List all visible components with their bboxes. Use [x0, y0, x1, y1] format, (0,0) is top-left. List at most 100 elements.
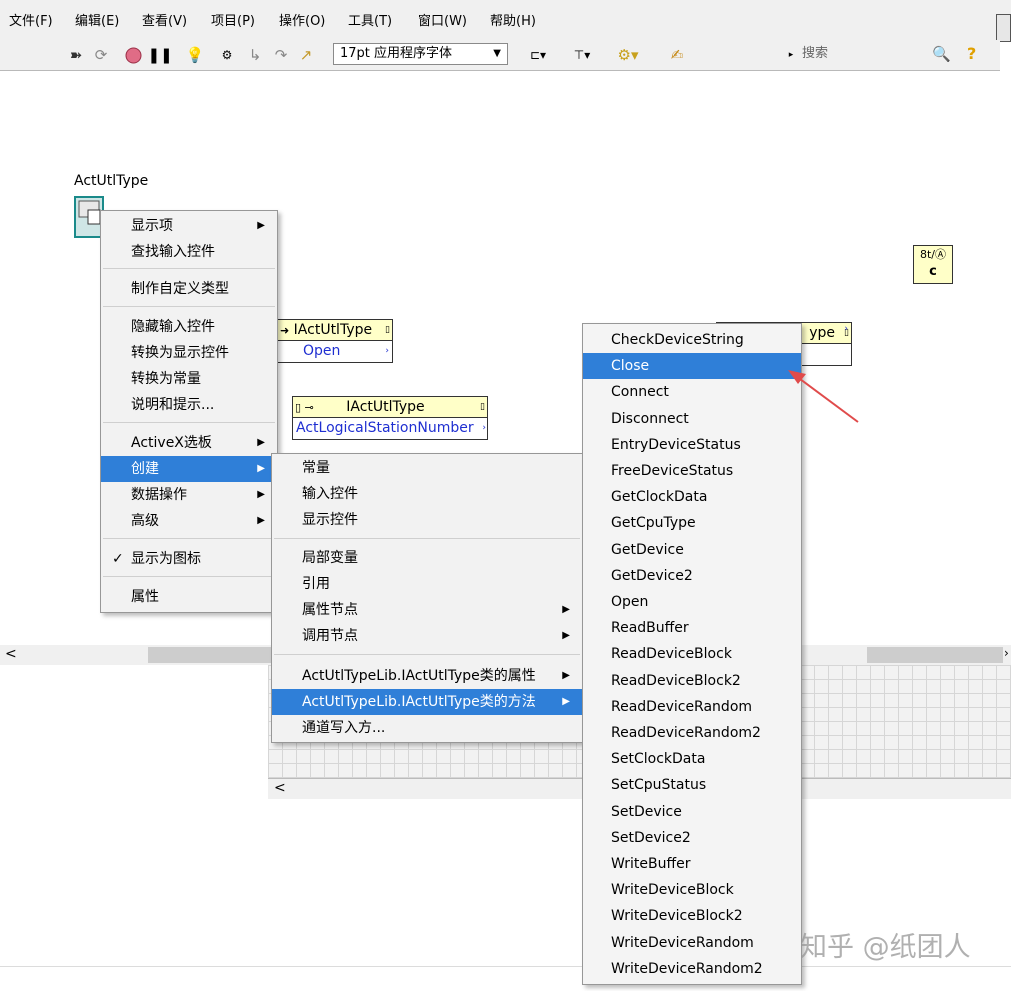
context-menu-item-properties[interactable]: 属性	[101, 584, 277, 610]
method-item-label: SetCpuStatus	[611, 777, 707, 794]
step-out-icon[interactable]: ↗	[297, 46, 315, 64]
method-item-readbuffer[interactable]: ReadBuffer	[583, 615, 801, 641]
method-item-writedevicerandom[interactable]: WriteDeviceRandom	[583, 930, 801, 956]
clean-up-diagram-icon[interactable]: ✍	[666, 46, 688, 64]
method-name: Open	[303, 343, 341, 359]
method-item-label: Connect	[611, 384, 669, 401]
method-item-freedevicestatus[interactable]: FreeDeviceStatus	[583, 458, 801, 484]
create-item-reference[interactable]: 引用	[272, 571, 582, 597]
create-item-channel-writer[interactable]: 通道写入方...	[272, 715, 582, 741]
method-item-getdevice[interactable]: GetDevice	[583, 537, 801, 563]
toolbar: ➽ ⟳ ❚❚ 💡 ⚙ ↳ ↷ ↗ 17pt 应用程序字体 ▼ ⊏▾ ⊤▾ ⚙▾ …	[0, 40, 1000, 71]
method-item-writedeviceblock[interactable]: WriteDeviceBlock	[583, 877, 801, 903]
font-select[interactable]: 17pt 应用程序字体 ▼	[333, 43, 508, 65]
menu-edit[interactable]: 编辑(E)	[75, 10, 119, 29]
panel-icon[interactable]	[996, 14, 1011, 42]
help-icon[interactable]: ?	[967, 43, 976, 65]
method-item-entrydevicestatus[interactable]: EntryDeviceStatus	[583, 432, 801, 458]
method-item-writebuffer[interactable]: WriteBuffer	[583, 851, 801, 877]
method-item-readdeviceblock2[interactable]: ReadDeviceBlock2	[583, 668, 801, 694]
run-continuously-icon[interactable]: ⟳	[92, 46, 110, 64]
method-item-readdevicerandom[interactable]: ReadDeviceRandom	[583, 694, 801, 720]
menu-operate[interactable]: 操作(O)	[279, 10, 325, 29]
submenu-arrow-icon: ▶	[562, 604, 570, 615]
menu-tools[interactable]: 工具(T)	[348, 10, 392, 29]
submenu-arrow-icon: ▶	[257, 437, 265, 448]
scroll-right-icon[interactable]: ›	[1004, 646, 1009, 660]
method-item-disconnect[interactable]: Disconnect	[583, 406, 801, 432]
property-node-logical-station[interactable]: ▯ ⊸ IActUtlType ▯ ActLogicalStationNumbe…	[292, 396, 488, 440]
create-item-indicator[interactable]: 显示控件	[272, 507, 582, 533]
control-label: ActUtlType	[74, 173, 149, 189]
context-menu-item-change-to-indicator[interactable]: 转换为显示控件	[101, 340, 277, 366]
step-over-icon[interactable]: ↷	[272, 46, 290, 64]
context-menu-item-view-as-icon[interactable]: ✓ 显示为图标	[101, 546, 277, 572]
method-item-label: WriteBuffer	[611, 856, 691, 872]
menu-file[interactable]: 文件(F)	[9, 10, 53, 29]
method-item-setclockdata[interactable]: SetClockData	[583, 746, 801, 772]
create-item-constant[interactable]: 常量	[272, 455, 582, 481]
method-item-close[interactable]: Close	[583, 353, 801, 380]
scroll-thumb[interactable]	[148, 647, 278, 663]
methods-submenu: CheckDeviceString Close Connect Disconnect E…	[582, 323, 802, 985]
search-icon[interactable]: 🔍	[932, 43, 951, 65]
scroll-thumb-right[interactable]	[867, 647, 1003, 663]
align-objects-icon[interactable]: ⊏▾	[522, 46, 554, 64]
create-item-class-methods[interactable]: ActUtlTypeLib.IActUtlType类的方法 ▶	[272, 689, 582, 715]
method-item-label: GetDevice	[611, 541, 684, 558]
method-item-readdeviceblock[interactable]: ReadDeviceBlock	[583, 641, 801, 667]
menu-view[interactable]: 查看(V)	[142, 10, 187, 29]
context-menu-item-data-operations[interactable]: 数据操作 ▶	[101, 482, 277, 508]
context-menu-item-change-to-constant[interactable]: 转换为常量	[101, 366, 277, 392]
menu-help[interactable]: 帮助(H)	[490, 10, 536, 29]
context-menu-item-hide-control[interactable]: 隐藏输入控件	[101, 314, 277, 340]
tile-bottom: c	[929, 264, 937, 279]
search-input[interactable]: 搜索 🔍 ?	[795, 43, 983, 65]
method-item-writedeviceblock2[interactable]: WriteDeviceBlock2	[583, 903, 801, 929]
method-item-setdevice[interactable]: SetDevice	[583, 799, 801, 825]
retain-wire-values-icon[interactable]: ⚙	[218, 46, 236, 64]
context-menu-item-activex-palette[interactable]: ActiveX选板 ▶	[101, 430, 277, 456]
context-menu: 显示项 ▶ 查找输入控件 制作自定义类型 隐藏输入控件 转换为显示控件 转换为常量…	[100, 210, 278, 613]
property-name: ActLogicalStationNumber	[296, 420, 474, 436]
pause-icon[interactable]: ❚❚	[147, 46, 172, 64]
context-menu-item-advanced[interactable]: 高级 ▶	[101, 508, 277, 534]
create-item-local-variable[interactable]: 局部变量	[272, 545, 582, 571]
menu-separator	[103, 422, 275, 423]
scroll-left-icon[interactable]: <	[274, 780, 286, 796]
create-item-property-node[interactable]: 属性节点 ▶	[272, 597, 582, 623]
context-menu-item-description-tip[interactable]: 说明和提示...	[101, 392, 277, 418]
highlight-icon[interactable]: 💡	[186, 46, 205, 64]
method-item-setdevice2[interactable]: SetDevice2	[583, 825, 801, 851]
method-item-writedevicerandom2[interactable]: WriteDeviceRandom2	[583, 956, 801, 982]
error-constant-tile[interactable]: 8t/Ⓐ c	[913, 245, 953, 284]
run-icon[interactable]: ➽	[67, 46, 85, 64]
menu-window[interactable]: 窗口(W)	[418, 10, 467, 29]
method-item-getcputype[interactable]: GetCpuType	[583, 510, 801, 536]
submenu-arrow-icon: ▶	[257, 463, 265, 474]
invoke-node-open[interactable]: ➜ IActUtlType ▯ Open ›	[277, 319, 393, 363]
method-item-getdevice2[interactable]: GetDevice2	[583, 563, 801, 589]
context-menu-item-find-control[interactable]: 查找输入控件	[101, 239, 277, 265]
method-item-open[interactable]: Open	[583, 589, 801, 615]
method-item-getclockdata[interactable]: GetClockData	[583, 484, 801, 510]
context-menu-item-make-typedef[interactable]: 制作自定义类型	[101, 276, 277, 302]
scroll-left-icon[interactable]: <	[5, 646, 17, 662]
method-item-setcpustatus[interactable]: SetCpuStatus	[583, 772, 801, 798]
create-item-control[interactable]: 输入控件	[272, 481, 582, 507]
menu-project[interactable]: 项目(P)	[211, 10, 255, 29]
method-item-readdevicerandom2[interactable]: ReadDeviceRandom2	[583, 720, 801, 746]
reorder-icon[interactable]: ⚙▾	[612, 46, 644, 64]
distribute-objects-icon[interactable]: ⊤▾	[566, 46, 598, 64]
step-into-icon[interactable]: ↳	[246, 46, 264, 64]
method-item-label: SetDevice	[611, 803, 682, 820]
abort-icon[interactable]	[124, 46, 142, 64]
context-menu-item-create[interactable]: 创建 ▶	[101, 456, 277, 482]
create-item-class-properties[interactable]: ActUtlTypeLib.IActUtlType类的属性 ▶	[272, 663, 582, 689]
context-menu-item-visible-items[interactable]: 显示项 ▶	[101, 213, 277, 239]
method-item-label: Close	[611, 358, 650, 375]
method-item-connect[interactable]: Connect	[583, 379, 801, 405]
create-submenu: 常量 输入控件 显示控件 局部变量 引用 属性节点 ▶ 调用节点 ▶ ActUtlT…	[271, 453, 583, 743]
create-item-invoke-node[interactable]: 调用节点 ▶	[272, 623, 582, 649]
method-item-checkdevicestring[interactable]: CheckDeviceString	[583, 327, 801, 353]
